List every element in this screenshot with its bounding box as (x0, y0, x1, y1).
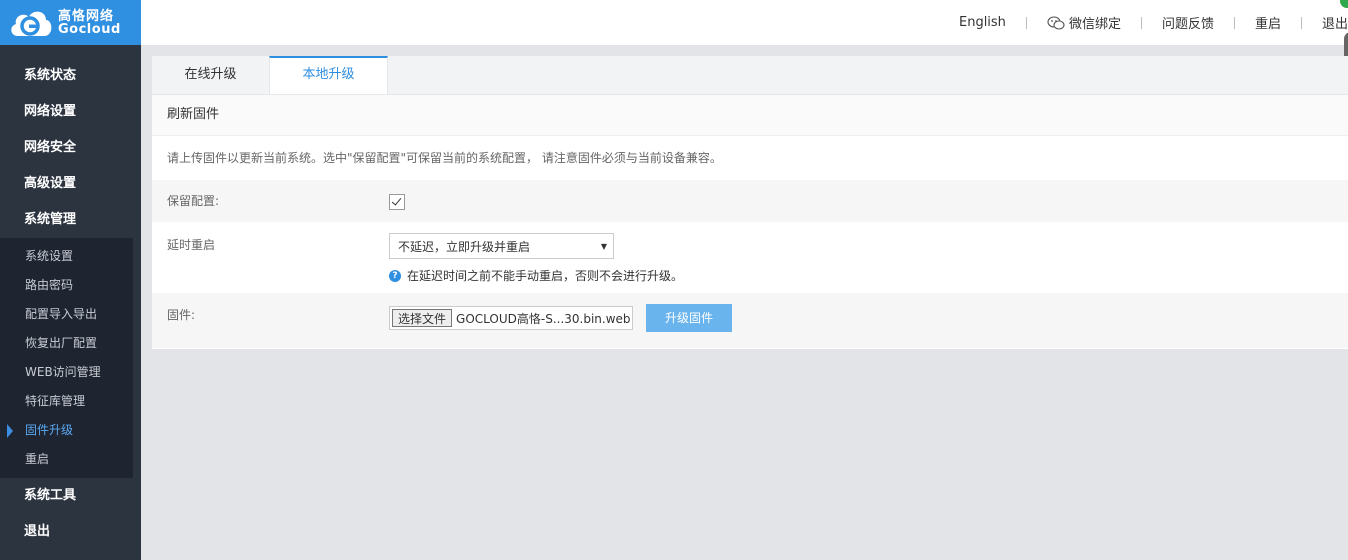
logout-link[interactable]: 退出 (1322, 13, 1348, 32)
tab-online-upgrade[interactable]: 在线升级 (152, 56, 269, 94)
brand-name-cn: 高恪网络 (58, 8, 115, 24)
nav-divider (1300, 16, 1302, 29)
file-name-text: GOCLOUD高恪-S...30.bin.web (456, 311, 631, 326)
nav-divider (1233, 16, 1235, 29)
top-nav: English 微信绑定 问题反馈 重启 退出 (959, 0, 1348, 45)
sidebar-subitem-web-access[interactable]: WEB访问管理 (0, 358, 133, 387)
delay-restart-label: 延时重启 (167, 238, 216, 252)
sidebar-subitem-signature-db[interactable]: 特征库管理 (0, 387, 133, 416)
section-title: 刷新固件 (152, 95, 1348, 136)
wechat-bind-link[interactable]: 微信绑定 (1047, 13, 1121, 32)
dropdown-arrow-icon: ▼ (600, 242, 607, 251)
sidebar-item-network-settings[interactable]: 网络设置 (0, 94, 141, 130)
brand-name-en: Gocloud (58, 21, 121, 37)
keep-config-checkbox[interactable] (389, 194, 405, 210)
sidebar-item-network-security[interactable]: 网络安全 (0, 130, 141, 166)
gocloud-logo-icon (8, 6, 54, 40)
sidebar-subitem-firmware-upgrade[interactable]: 固件升级 (0, 416, 133, 445)
upgrade-firmware-button[interactable]: 升级固件 (646, 304, 732, 332)
sidebar-subitem-router-password[interactable]: 路由密码 (0, 271, 133, 300)
sidebar-item-logout[interactable]: 退出 (0, 514, 141, 550)
wechat-icon (1047, 15, 1065, 30)
sidebar-subitem-system-settings[interactable]: 系统设置 (0, 242, 133, 271)
sidebar-item-system-management[interactable]: 系统管理 (0, 202, 141, 238)
feedback-link[interactable]: 问题反馈 (1162, 13, 1214, 32)
delay-hint: ? 在延迟时间之前不能手动重启，否则不会进行升级。 (389, 267, 683, 284)
sidebar: 系统状态 网络设置 网络安全 高级设置 系统管理 系统设置 路由密码 配置导入导… (0, 45, 141, 560)
choose-file-button[interactable]: 选择文件 (392, 309, 453, 327)
keep-config-row: 保留配置: (152, 180, 1348, 222)
sidebar-subitem-factory-reset[interactable]: 恢复出厂配置 (0, 329, 133, 358)
delay-restart-row: 延时重启 不延迟，立即升级并重启 ▼ ? 在延迟时间之前不能手动重启，否则不会进… (152, 222, 1348, 293)
brand-logo[interactable]: 高恪网络 Gocloud (0, 0, 141, 45)
firmware-file-input[interactable]: 选择文件 GOCLOUD高恪-S...30.bin.web (389, 306, 633, 330)
sidebar-item-system-status[interactable]: 系统状态 (0, 58, 141, 94)
firmware-label: 固件: (167, 308, 196, 322)
nav-divider (1025, 16, 1027, 29)
nav-divider (1140, 16, 1142, 29)
description-text: 请上传固件以更新当前系统。选中"保留配置"可保留当前的系统配置， 请注意固件必须… (167, 151, 722, 165)
delay-hint-text: 在延迟时间之前不能手动重启，否则不会进行升级。 (407, 269, 684, 283)
sidebar-subitem-restart[interactable]: 重启 (0, 445, 133, 474)
firmware-row: 固件: 选择文件 GOCLOUD高恪-S...30.bin.web 升级固件 (152, 293, 1348, 348)
top-bar: English 微信绑定 问题反馈 重启 退出 (141, 0, 1348, 62)
tab-bar: 在线升级 本地升级 (152, 56, 1348, 95)
restart-link[interactable]: 重启 (1255, 13, 1281, 32)
wechat-bind-label: 微信绑定 (1068, 17, 1121, 32)
main-panel: 在线升级 本地升级 刷新固件 请上传固件以更新当前系统。选中"保留配置"可保留当… (152, 56, 1348, 349)
tab-local-upgrade[interactable]: 本地升级 (269, 56, 388, 94)
keep-config-label: 保留配置: (167, 194, 220, 208)
sidebar-item-advanced-settings[interactable]: 高级设置 (0, 166, 141, 202)
delay-restart-select[interactable]: 不延迟，立即升级并重启 ▼ (389, 233, 614, 259)
sidebar-submenu: 系统设置 路由密码 配置导入导出 恢复出厂配置 WEB访问管理 特征库管理 固件… (0, 238, 133, 478)
question-icon: ? (389, 269, 401, 282)
delay-restart-value: 不延迟，立即升级并重启 (398, 240, 531, 254)
language-link[interactable]: English (959, 15, 1006, 30)
sidebar-item-system-tools[interactable]: 系统工具 (0, 478, 141, 514)
sidebar-subitem-config-import-export[interactable]: 配置导入导出 (0, 300, 133, 329)
